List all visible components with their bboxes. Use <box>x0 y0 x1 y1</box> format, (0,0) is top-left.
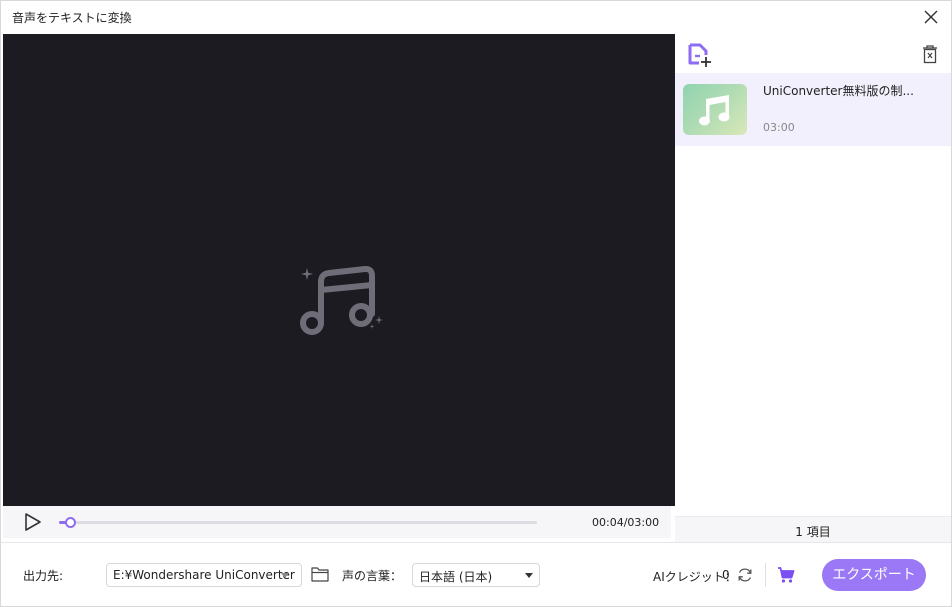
language-label: 声の言葉： <box>342 569 403 583</box>
play-button[interactable] <box>23 513 43 531</box>
app-window: 音声をテキストに変換 00:04/03:00 UniConverter無料版の制… <box>0 0 952 607</box>
divider <box>765 563 766 587</box>
window-title: 音声をテキストに変換 <box>12 11 132 25</box>
file-sidebar: UniConverter無料版の制... 03:00 1 項目 <box>675 34 951 542</box>
language-select[interactable]: 日本語 (日本) <box>412 563 540 587</box>
trash-icon <box>923 45 937 64</box>
music-note-icon <box>300 265 383 335</box>
sidebar-toolbar <box>675 34 951 72</box>
refresh-icon <box>738 568 752 582</box>
output-path-select[interactable]: E:¥Wondershare UniConverter <box>106 563 302 587</box>
seek-thumb[interactable] <box>64 517 76 528</box>
ai-credit-value: 0 <box>722 568 730 582</box>
file-thumbnail <box>683 84 747 135</box>
list-item[interactable]: UniConverter無料版の制... 03:00 <box>675 73 951 146</box>
sidebar-footer: 1 項目 <box>675 516 951 542</box>
refresh-credit-button[interactable] <box>737 567 753 583</box>
add-file-button[interactable] <box>687 42 713 68</box>
bottom-bar: 出力先: E:¥Wondershare UniConverter 声の言葉： 日… <box>1 542 951 606</box>
delete-all-button[interactable] <box>921 44 939 64</box>
output-path-value: E:¥Wondershare UniConverter <box>113 568 295 582</box>
music-note-icon <box>699 95 730 126</box>
seek-slider[interactable] <box>59 517 537 528</box>
output-label: 出力先: <box>23 569 64 583</box>
media-preview <box>3 34 675 506</box>
folder-icon <box>311 567 329 582</box>
time-display: 00:04/03:00 <box>592 516 660 529</box>
file-name: UniConverter無料版の制... <box>763 84 914 98</box>
file-duration: 03:00 <box>763 121 795 134</box>
chevron-down-icon <box>525 573 533 578</box>
purchase-button[interactable] <box>777 566 795 584</box>
close-button[interactable] <box>921 7 941 27</box>
export-button[interactable]: エクスポート <box>822 559 926 591</box>
chevron-down-icon <box>281 573 289 578</box>
item-count: 1 項目 <box>795 525 831 539</box>
language-value: 日本語 (日本) <box>419 570 493 584</box>
open-folder-button[interactable] <box>311 566 329 582</box>
player-bar: 00:04/03:00 <box>3 506 671 538</box>
close-icon <box>924 10 938 24</box>
play-icon <box>25 513 41 531</box>
add-file-icon <box>688 43 711 67</box>
title-bar: 音声をテキストに変換 <box>1 1 951 33</box>
cart-icon <box>778 567 795 583</box>
